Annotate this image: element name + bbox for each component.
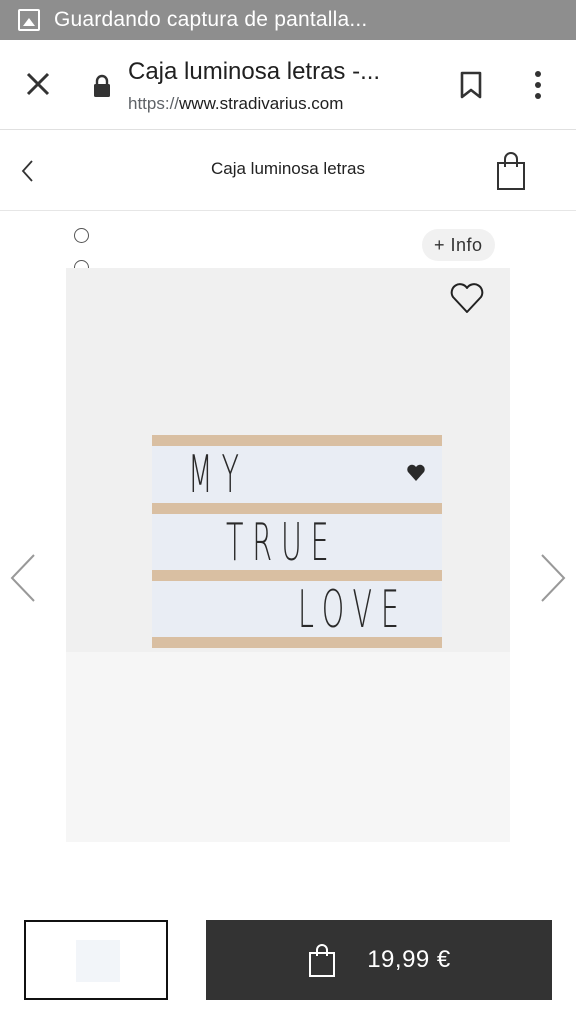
add-to-cart-button[interactable]: 19,99 €	[206, 920, 552, 1000]
browser-toolbar: Caja luminosa letras -... https://www.st…	[0, 40, 576, 130]
photo-ledge	[66, 652, 510, 842]
url-scheme: https://	[128, 94, 180, 113]
photo-letters-line2: TRUE	[226, 513, 338, 573]
product-photo[interactable]: MY TRUE LOVE	[66, 268, 510, 842]
photo-letters-line1: MY	[188, 445, 248, 505]
bookmark-icon[interactable]	[458, 70, 484, 100]
lock-icon	[94, 74, 110, 97]
arrow-right-icon[interactable]	[538, 553, 568, 603]
product-thumbnail[interactable]	[24, 920, 168, 1000]
url-text[interactable]: https://www.stradivarius.com	[128, 94, 343, 114]
url-host: www.stradivarius.com	[179, 94, 344, 113]
gallery-dot[interactable]	[74, 228, 89, 243]
photo-letters-line3: LOVE	[298, 580, 408, 640]
price-label: 19,99 €	[367, 946, 451, 973]
arrow-left-icon[interactable]	[8, 553, 38, 603]
status-bar: Guardando captura de pantalla...	[0, 0, 576, 40]
shopping-bag-icon	[309, 944, 336, 977]
heart-icon[interactable]	[448, 280, 486, 316]
more-vert-icon[interactable]	[526, 68, 550, 102]
close-icon[interactable]	[22, 68, 54, 100]
status-notification: Guardando captura de pantalla...	[54, 8, 368, 31]
screenshot-icon	[18, 9, 40, 31]
thumbnail-image	[76, 940, 120, 982]
info-button[interactable]: + Info	[422, 229, 495, 261]
product-title: Caja luminosa letras	[210, 159, 365, 178]
site-header: Caja luminosa letras	[0, 131, 576, 211]
lightbox-image: MY TRUE LOVE	[152, 435, 442, 648]
page-title[interactable]: Caja luminosa letras -...	[128, 58, 380, 86]
shopping-bag-icon[interactable]	[494, 151, 528, 191]
photo-heart-icon	[407, 464, 425, 481]
